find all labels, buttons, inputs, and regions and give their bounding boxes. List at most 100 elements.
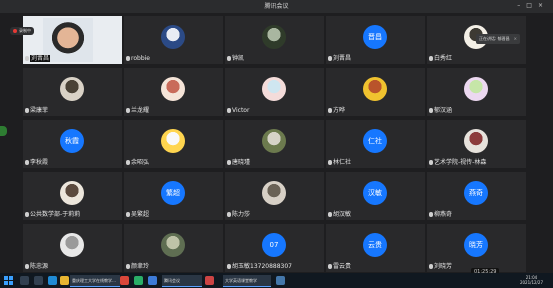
participant-name: 吴繁超 xyxy=(126,209,149,218)
participant-name-label: 吴繁超 xyxy=(131,211,150,218)
taskbar-task[interactable]: 腾讯会议 xyxy=(162,275,202,287)
participant-name-label: 唐晓瑾 xyxy=(232,159,251,166)
microphone-icon xyxy=(25,108,29,113)
microphone-icon xyxy=(328,160,332,165)
participant-tile[interactable]: 颜聿玲 xyxy=(124,224,223,272)
participant-tile[interactable]: 唐晓瑾 xyxy=(225,120,324,168)
participant-tile[interactable]: 晋昌 刘晋昌 xyxy=(326,16,425,64)
participant-name: 刘晋昌 xyxy=(25,53,51,62)
windows-start-icon[interactable] xyxy=(4,276,13,285)
participant-name: 陈力莎 xyxy=(227,209,250,218)
side-panel-toggle[interactable] xyxy=(0,126,7,136)
participant-tile[interactable]: Victor xyxy=(225,68,324,116)
taskbar-task[interactable]: 重庆理工大学在线教学… xyxy=(70,275,120,287)
participant-tile[interactable]: 07 胡玉敏13720888307 xyxy=(225,224,324,272)
participant-tile[interactable]: 刘晋昌 xyxy=(23,16,122,64)
app-icon[interactable] xyxy=(205,276,214,285)
avatar xyxy=(464,129,488,153)
participant-name-label: 刘晋昌 xyxy=(30,55,51,62)
participant-tile[interactable]: 郁汉涵 xyxy=(427,68,526,116)
folder-icon[interactable] xyxy=(60,276,69,285)
app-icon[interactable] xyxy=(148,276,157,285)
participant-name: 白秀红 xyxy=(429,53,452,62)
participant-tile[interactable]: 晓芳 刘晓芳 xyxy=(427,224,526,272)
participant-tile[interactable]: 陈力莎 xyxy=(225,172,324,220)
microphone-icon xyxy=(126,212,130,217)
edge-browser-icon[interactable] xyxy=(48,276,57,285)
participant-name-label: 胡玉敏13720888307 xyxy=(232,263,292,270)
initials-avatar: 晋昌 xyxy=(363,25,387,49)
participant-name-label: 陈力莎 xyxy=(232,211,251,218)
avatar xyxy=(60,181,84,205)
chrome-icon[interactable] xyxy=(120,276,129,285)
participant-tile[interactable]: 繁超吴繁超 xyxy=(124,172,223,220)
participant-tile[interactable]: 秋霞 李秋霞 xyxy=(23,120,122,168)
participant-tile[interactable]: 艺术学院-视传-林森 xyxy=(427,120,526,168)
participant-tile[interactable]: 钟凯 xyxy=(225,16,324,64)
participant-name: 艺术学院-视传-林森 xyxy=(429,157,486,166)
maximize-icon[interactable]: □ xyxy=(526,2,538,9)
participant-tile[interactable]: 仁社林仁社 xyxy=(326,120,425,168)
microphone-icon xyxy=(227,56,231,61)
participant-name-label: Victor xyxy=(232,107,250,114)
recording-label: 录制中 xyxy=(19,28,31,33)
search-icon[interactable] xyxy=(20,276,29,285)
participant-grid: 刘晋昌 robbie 钟凯 晋昌 刘晋昌白秀红梁康菲 兰龙耀 Victor 方晔 郁汉涵秋霞 李秋… xyxy=(23,16,529,273)
minimize-icon[interactable]: – xyxy=(517,2,526,9)
participant-name: 柳燕奇 xyxy=(429,209,452,218)
participant-tile[interactable]: 云贵雷云贵 xyxy=(326,224,425,272)
participant-name-label: 郁汉涵 xyxy=(434,107,453,114)
microphone-icon xyxy=(429,264,433,269)
participant-tile[interactable]: 燕奇 柳燕奇 xyxy=(427,172,526,220)
avatar xyxy=(161,129,185,153)
initials-avatar: 汉敏 xyxy=(363,181,387,205)
participant-tile[interactable]: 方晔 xyxy=(326,68,425,116)
participant-tile[interactable]: 兰龙耀 xyxy=(124,68,223,116)
initials-avatar: 07 xyxy=(262,233,286,257)
microphone-icon xyxy=(126,160,130,165)
participant-tile[interactable]: 公共数学部-于莉莉 xyxy=(23,172,122,220)
participant-tile[interactable]: robbie xyxy=(124,16,223,64)
participant-tile[interactable]: 余昭弘 xyxy=(124,120,223,168)
participant-name: 公共数学部-于莉莉 xyxy=(25,209,80,218)
participant-name: 林仁社 xyxy=(328,157,351,166)
initials-avatar: 繁超 xyxy=(161,181,185,205)
close-icon[interactable]: × xyxy=(538,2,549,9)
toast-close-icon[interactable]: × xyxy=(514,36,517,41)
participant-tile[interactable]: 梁康菲 xyxy=(23,68,122,116)
participant-name-label: 胡汉敏 xyxy=(333,211,352,218)
avatar xyxy=(60,77,84,101)
participant-name: 李秋霞 xyxy=(25,157,48,166)
avatar xyxy=(262,25,286,49)
participant-name-label: 余昭弘 xyxy=(131,159,150,166)
participant-name-label: 艺术学院-视传-林森 xyxy=(434,159,487,166)
avatar xyxy=(262,77,286,101)
microphone-icon xyxy=(328,212,332,217)
initials-avatar: 云贵 xyxy=(363,233,387,257)
participant-name: 方晔 xyxy=(328,105,345,114)
participant-tile[interactable]: 陈忠源 xyxy=(23,224,122,272)
microphone-icon xyxy=(328,264,332,269)
initials-avatar: 仁社 xyxy=(363,129,387,153)
taskbar-task[interactable]: 大学英语课堂教学 xyxy=(223,275,271,287)
microphone-icon xyxy=(25,56,29,61)
participant-tile[interactable]: 汉敏胡汉敏 xyxy=(326,172,425,220)
participant-name: 雷云贵 xyxy=(328,261,351,270)
participant-name-label: 柳燕奇 xyxy=(434,211,453,218)
participant-video xyxy=(43,18,93,62)
participant-name: 郁汉涵 xyxy=(429,105,452,114)
avatar xyxy=(363,77,387,101)
task-view-icon[interactable] xyxy=(34,276,43,285)
window-controls[interactable]: –□× xyxy=(517,2,549,9)
participant-name-label: 白秀红 xyxy=(434,55,453,62)
app-icon[interactable] xyxy=(276,276,285,285)
wechat-icon[interactable] xyxy=(134,276,143,285)
taskbar: 重庆理工大学在线教学… 腾讯会议 大学英语课堂教学 21:04 2021/12/27 xyxy=(0,273,553,288)
participant-name-label: 颜聿玲 xyxy=(131,263,150,270)
participant-name-label: 方晔 xyxy=(333,107,346,114)
microphone-icon xyxy=(126,108,130,113)
participant-name: 兰龙耀 xyxy=(126,105,149,114)
initials-avatar: 晓芳 xyxy=(464,233,488,257)
participant-name: 陈忠源 xyxy=(25,261,48,270)
participant-name-label: 雷云贵 xyxy=(333,263,352,270)
